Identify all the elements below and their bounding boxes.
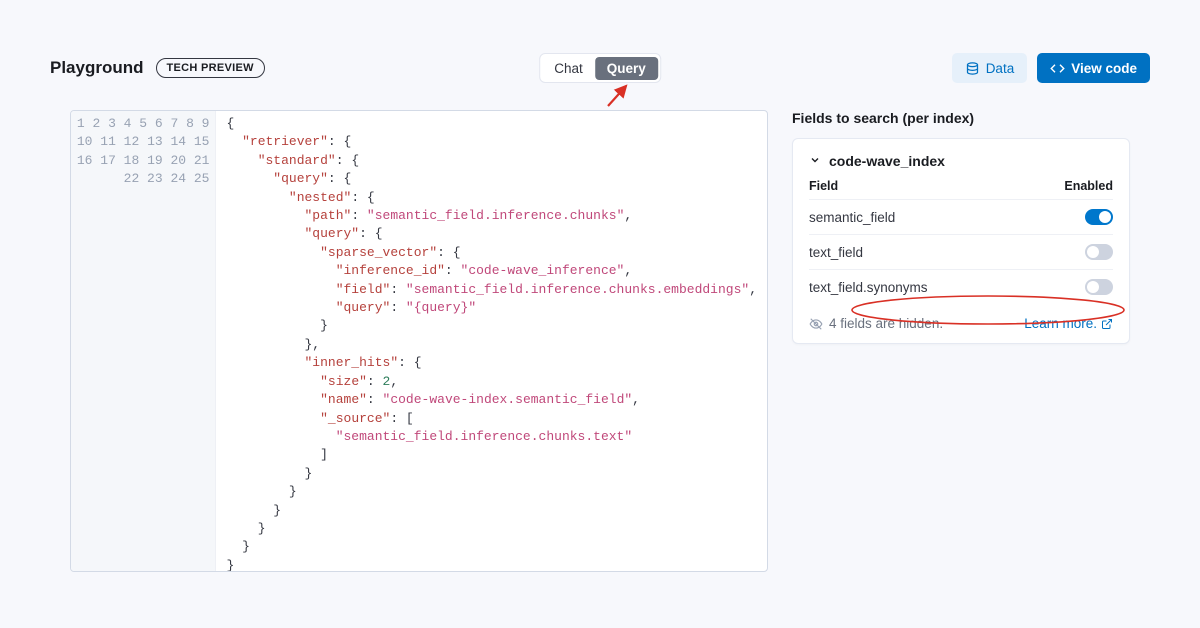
field-columns: Field Enabled xyxy=(809,179,1113,199)
title-area: Playground TECH PREVIEW xyxy=(50,58,265,78)
learn-more-link[interactable]: Learn more. xyxy=(1024,316,1113,331)
field-label: text_field.synonyms xyxy=(809,280,928,295)
index-header[interactable]: code-wave_index xyxy=(809,153,1113,169)
layers-icon xyxy=(965,61,980,76)
learn-more-label: Learn more. xyxy=(1024,316,1097,331)
data-button[interactable]: Data xyxy=(952,53,1028,83)
field-row-semantic_field: semantic_field xyxy=(809,199,1113,234)
content-row: 1 2 3 4 5 6 7 8 9 10 11 12 13 14 15 16 1… xyxy=(70,110,1130,598)
hidden-fields-row: 4 fields are hidden. Learn more. xyxy=(809,304,1113,331)
editor-code[interactable]: { "retriever": { "standard": { "query": … xyxy=(216,111,767,571)
col-enabled: Enabled xyxy=(1064,179,1113,193)
field-label: semantic_field xyxy=(809,210,895,225)
field-label: text_field xyxy=(809,245,863,260)
tab-chat[interactable]: Chat xyxy=(542,57,595,80)
view-code-button[interactable]: View code xyxy=(1037,53,1150,83)
col-field: Field xyxy=(809,179,838,193)
mode-segmented: Chat Query xyxy=(539,53,661,83)
data-button-label: Data xyxy=(986,61,1015,76)
code-icon xyxy=(1050,61,1065,76)
index-name: code-wave_index xyxy=(829,153,945,169)
header-actions: Data View code xyxy=(952,53,1150,83)
page-title: Playground xyxy=(50,58,144,78)
eye-off-icon xyxy=(809,317,823,331)
external-link-icon xyxy=(1101,318,1113,330)
tech-preview-badge: TECH PREVIEW xyxy=(156,58,265,78)
editor-gutter: 1 2 3 4 5 6 7 8 9 10 11 12 13 14 15 16 1… xyxy=(71,111,216,571)
field-row-text_field: text_field xyxy=(809,234,1113,269)
chevron-down-icon xyxy=(809,154,821,169)
query-editor[interactable]: 1 2 3 4 5 6 7 8 9 10 11 12 13 14 15 16 1… xyxy=(70,110,768,572)
field-toggle[interactable] xyxy=(1085,244,1113,260)
fields-panel-title: Fields to search (per index) xyxy=(792,110,1130,126)
view-code-label: View code xyxy=(1071,61,1137,76)
hidden-fields-text: 4 fields are hidden. xyxy=(809,316,943,331)
hidden-fields-label: 4 fields are hidden. xyxy=(829,316,943,331)
fields-panel: Fields to search (per index) code-wave_i… xyxy=(792,110,1130,598)
header-bar: Playground TECH PREVIEW Chat Query Data … xyxy=(50,54,1150,82)
field-toggle[interactable] xyxy=(1085,209,1113,225)
tab-query[interactable]: Query xyxy=(595,57,658,80)
annotation-arrow xyxy=(606,82,636,108)
fields-card: code-wave_index Field Enabled semantic_f… xyxy=(792,138,1130,344)
field-toggle[interactable] xyxy=(1085,279,1113,295)
field-row-text_field.synonyms: text_field.synonyms xyxy=(809,269,1113,304)
